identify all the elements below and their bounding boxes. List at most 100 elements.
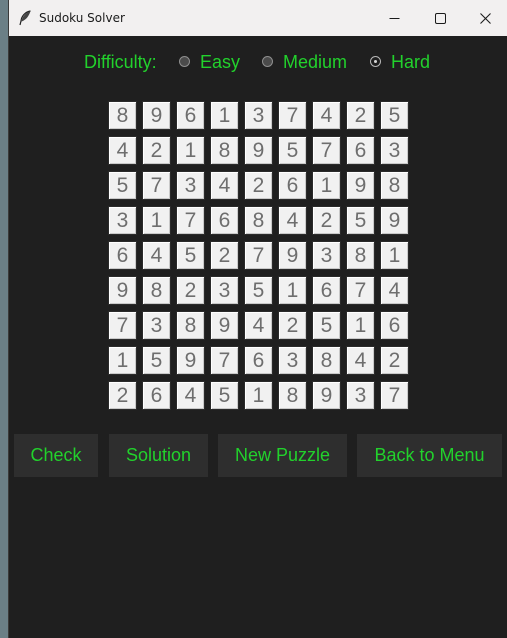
sudoku-cell[interactable]: 1	[244, 381, 273, 410]
radio-label-easy[interactable]: Easy	[200, 51, 240, 73]
sudoku-cell[interactable]: 9	[312, 381, 341, 410]
maximize-button[interactable]	[417, 0, 463, 36]
sudoku-cell[interactable]: 7	[142, 171, 171, 200]
sudoku-cell[interactable]: 2	[244, 171, 273, 200]
minimize-button[interactable]	[371, 0, 417, 36]
difficulty-selector: Difficulty: Easy Medium Hard	[9, 36, 507, 88]
window-title: Sudoku Solver	[39, 11, 125, 25]
sudoku-cell[interactable]: 4	[108, 136, 137, 165]
sudoku-cell[interactable]: 5	[346, 206, 375, 235]
radio-button-icon[interactable]	[370, 56, 381, 67]
difficulty-label: Difficulty:	[84, 52, 157, 72]
sudoku-cell[interactable]: 9	[176, 346, 205, 375]
sudoku-cell[interactable]: 9	[346, 171, 375, 200]
sudoku-cell[interactable]: 5	[380, 101, 409, 130]
sudoku-cell[interactable]: 6	[176, 101, 205, 130]
sudoku-cell[interactable]: 2	[176, 276, 205, 305]
sudoku-cell[interactable]: 4	[346, 346, 375, 375]
sudoku-cell[interactable]: 4	[278, 206, 307, 235]
sudoku-cell[interactable]: 9	[210, 311, 239, 340]
sudoku-cell[interactable]: 6	[312, 276, 341, 305]
sudoku-cell[interactable]: 5	[312, 311, 341, 340]
radio-label-medium[interactable]: Medium	[283, 51, 347, 73]
sudoku-cell[interactable]: 3	[142, 311, 171, 340]
sudoku-cell[interactable]: 6	[210, 206, 239, 235]
check-button[interactable]: Check	[14, 434, 98, 477]
sudoku-cell[interactable]: 9	[244, 136, 273, 165]
sudoku-cell[interactable]: 2	[210, 241, 239, 270]
sudoku-cell[interactable]: 5	[244, 276, 273, 305]
sudoku-cell[interactable]: 5	[210, 381, 239, 410]
sudoku-cell[interactable]: 4	[380, 276, 409, 305]
radio-label-hard[interactable]: Hard	[391, 51, 430, 73]
sudoku-cell[interactable]: 7	[380, 381, 409, 410]
sudoku-cell[interactable]: 8	[380, 171, 409, 200]
sudoku-cell[interactable]: 2	[380, 346, 409, 375]
sudoku-cell[interactable]: 7	[278, 101, 307, 130]
sudoku-cell[interactable]: 9	[278, 241, 307, 270]
sudoku-cell[interactable]: 1	[210, 101, 239, 130]
sudoku-cell[interactable]: 3	[312, 241, 341, 270]
sudoku-cell[interactable]: 1	[176, 136, 205, 165]
sudoku-cell[interactable]: 8	[278, 381, 307, 410]
app-window: Sudoku Solver Difficulty: Easy Medium Ha…	[8, 0, 507, 638]
sudoku-cell[interactable]: 3	[108, 206, 137, 235]
sudoku-cell[interactable]: 6	[244, 346, 273, 375]
sudoku-cell[interactable]: 3	[210, 276, 239, 305]
sudoku-cell[interactable]: 1	[278, 276, 307, 305]
sudoku-cell[interactable]: 2	[346, 101, 375, 130]
sudoku-cell[interactable]: 2	[108, 381, 137, 410]
new-puzzle-button[interactable]: New Puzzle	[218, 434, 347, 477]
sudoku-cell[interactable]: 6	[346, 136, 375, 165]
sudoku-cell[interactable]: 3	[346, 381, 375, 410]
sudoku-cell[interactable]: 2	[278, 311, 307, 340]
sudoku-cell[interactable]: 4	[210, 171, 239, 200]
solution-button[interactable]: Solution	[109, 434, 208, 477]
sudoku-cell[interactable]: 8	[210, 136, 239, 165]
sudoku-cell[interactable]: 1	[380, 241, 409, 270]
sudoku-cell[interactable]: 7	[108, 311, 137, 340]
sudoku-cell[interactable]: 5	[176, 241, 205, 270]
radio-button-icon[interactable]	[179, 56, 190, 67]
sudoku-cell[interactable]: 7	[176, 206, 205, 235]
sudoku-cell[interactable]: 8	[108, 101, 137, 130]
close-button[interactable]	[462, 0, 507, 36]
sudoku-cell[interactable]: 2	[312, 206, 341, 235]
sudoku-cell[interactable]: 3	[176, 171, 205, 200]
title-bar: Sudoku Solver	[9, 0, 507, 36]
sudoku-cell[interactable]: 7	[312, 136, 341, 165]
sudoku-cell[interactable]: 5	[278, 136, 307, 165]
sudoku-cell[interactable]: 8	[346, 241, 375, 270]
sudoku-cell[interactable]: 8	[142, 276, 171, 305]
sudoku-cell[interactable]: 7	[346, 276, 375, 305]
sudoku-cell[interactable]: 1	[312, 171, 341, 200]
sudoku-cell[interactable]: 7	[244, 241, 273, 270]
sudoku-cell[interactable]: 4	[142, 241, 171, 270]
sudoku-cell[interactable]: 2	[142, 136, 171, 165]
back-to-menu-button[interactable]: Back to Menu	[357, 434, 502, 477]
sudoku-board: 8961374254218957635734261983176842596452…	[108, 101, 410, 412]
sudoku-cell[interactable]: 9	[142, 101, 171, 130]
sudoku-cell[interactable]: 8	[176, 311, 205, 340]
sudoku-cell[interactable]: 6	[278, 171, 307, 200]
sudoku-cell[interactable]: 9	[108, 276, 137, 305]
sudoku-cell[interactable]: 4	[176, 381, 205, 410]
sudoku-cell[interactable]: 7	[210, 346, 239, 375]
sudoku-cell[interactable]: 8	[312, 346, 341, 375]
sudoku-cell[interactable]: 6	[142, 381, 171, 410]
sudoku-cell[interactable]: 1	[142, 206, 171, 235]
sudoku-cell[interactable]: 5	[108, 171, 137, 200]
sudoku-cell[interactable]: 3	[380, 136, 409, 165]
sudoku-cell[interactable]: 9	[380, 206, 409, 235]
sudoku-cell[interactable]: 4	[244, 311, 273, 340]
sudoku-cell[interactable]: 3	[244, 101, 273, 130]
sudoku-cell[interactable]: 1	[108, 346, 137, 375]
sudoku-cell[interactable]: 3	[278, 346, 307, 375]
sudoku-cell[interactable]: 5	[142, 346, 171, 375]
sudoku-cell[interactable]: 6	[380, 311, 409, 340]
radio-button-icon[interactable]	[262, 56, 273, 67]
sudoku-cell[interactable]: 4	[312, 101, 341, 130]
sudoku-cell[interactable]: 6	[108, 241, 137, 270]
sudoku-cell[interactable]: 1	[346, 311, 375, 340]
sudoku-cell[interactable]: 8	[244, 206, 273, 235]
